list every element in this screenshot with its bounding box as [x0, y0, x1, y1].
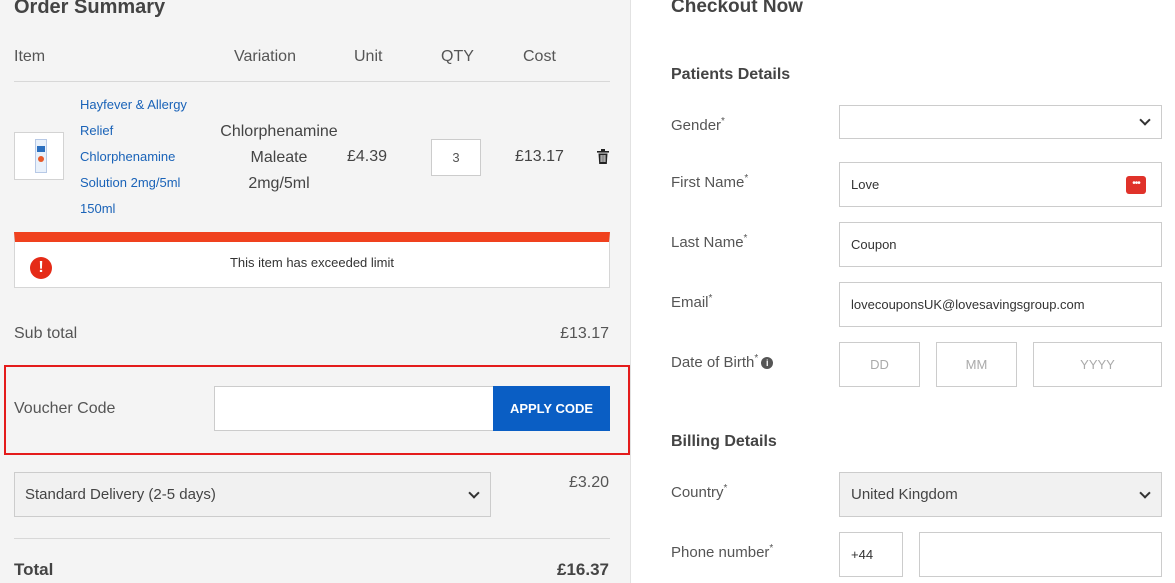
column-variation: Variation — [234, 48, 296, 65]
column-qty: QTY — [441, 48, 474, 65]
chevron-down-icon — [468, 487, 480, 499]
subtotal-label: Sub total — [14, 325, 78, 342]
product-thumbnail[interactable] — [14, 132, 64, 180]
column-item: Item — [14, 48, 46, 65]
country-label: Country* — [671, 483, 728, 501]
voucher-label: Voucher Code — [14, 400, 116, 417]
total-divider — [14, 538, 610, 539]
delivery-select[interactable]: Standard Delivery (2-5 days) — [14, 472, 491, 517]
password-manager-icon[interactable]: ••• — [1126, 176, 1146, 194]
order-item-row: Hayfever & Allergy Relief Chlorphenamine… — [14, 92, 610, 227]
first-name-input[interactable]: Love ••• — [839, 162, 1162, 207]
last-name-input[interactable]: Coupon — [839, 222, 1162, 267]
dob-month-input[interactable]: MM — [936, 342, 1017, 387]
order-table-header: Item Variation Unit QTY Cost — [14, 48, 610, 82]
order-summary-panel: Order Summary Item Variation Unit QTY Co… — [0, 0, 631, 583]
item-variation: Chlorphenamine Maleate 2mg/5ml — [220, 123, 338, 192]
total-label: Total — [14, 560, 54, 579]
email-input[interactable]: lovecouponsUK@lovesavingsgroup.com — [839, 282, 1162, 327]
product-name-link[interactable]: Hayfever & Allergy Relief Chlorphenamine… — [80, 92, 210, 222]
delivery-selected: Standard Delivery (2-5 days) — [25, 486, 216, 503]
gender-label: Gender* — [671, 116, 725, 134]
dob-day-input[interactable]: DD — [839, 342, 920, 387]
country-select[interactable]: United Kingdom — [839, 472, 1162, 517]
phone-country-code[interactable]: +44 — [839, 532, 903, 577]
limit-alert: ! This item has exceeded limit — [14, 232, 610, 288]
chevron-down-icon — [1139, 114, 1151, 126]
item-unit-price: £4.39 — [347, 148, 388, 165]
email-label: Email* — [671, 293, 713, 311]
phone-number-input[interactable] — [919, 532, 1162, 577]
first-name-label: First Name* — [671, 173, 749, 191]
voucher-code-input[interactable] — [214, 386, 494, 431]
column-unit: Unit — [354, 48, 383, 65]
dob-year-input[interactable]: YYYY — [1033, 342, 1162, 387]
total-value: £16.37 — [557, 560, 609, 579]
patients-details-heading: Patients Details — [671, 66, 791, 83]
billing-details-heading: Billing Details — [671, 433, 777, 450]
checkout-title: Checkout Now — [671, 0, 803, 17]
last-name-label: Last Name* — [671, 233, 748, 251]
subtotal-value: £13.17 — [560, 325, 609, 342]
dob-label: Date of Birth* i — [671, 353, 774, 371]
trash-icon[interactable] — [597, 149, 609, 164]
apply-code-button[interactable]: APPLY CODE — [493, 386, 610, 431]
order-summary-title: Order Summary — [14, 0, 166, 18]
quantity-input[interactable]: 3 — [431, 139, 481, 176]
item-cost: £13.17 — [515, 148, 564, 165]
alert-message: This item has exceeded limit — [229, 255, 394, 270]
delivery-price: £3.20 — [568, 474, 609, 491]
info-icon[interactable]: i — [761, 357, 774, 369]
gender-select[interactable] — [839, 105, 1162, 139]
chevron-down-icon — [1139, 487, 1151, 499]
phone-label: Phone number* — [671, 543, 774, 561]
column-cost: Cost — [523, 48, 556, 65]
